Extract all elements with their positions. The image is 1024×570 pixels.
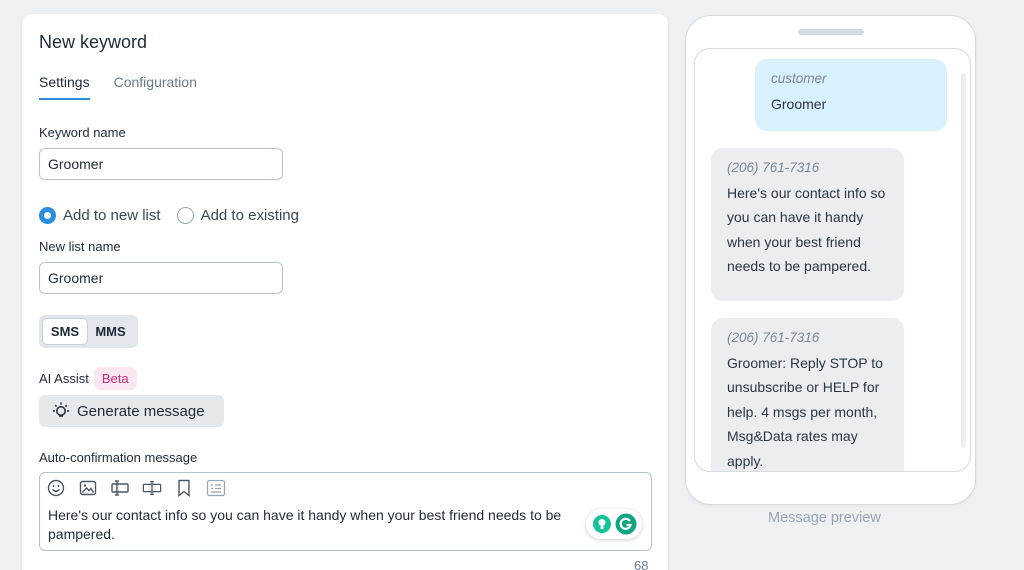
phone-preview: customer Groomer (206) 761-7316 Here's o…	[685, 15, 976, 505]
lightbulb-icon	[53, 402, 69, 417]
generate-message-label: Generate message	[77, 402, 205, 420]
add-to-existing-option[interactable]: Add to existing	[176, 207, 299, 224]
add-to-existing-label: Add to existing	[200, 207, 299, 224]
sms-option[interactable]: SMS	[42, 318, 88, 345]
mms-option[interactable]: MMS	[88, 318, 133, 345]
message-sender: (206) 761-7316	[727, 330, 820, 345]
image-icon[interactable]	[78, 478, 98, 498]
phone-screen: customer Groomer (206) 761-7316 Here's o…	[694, 48, 971, 472]
phone-notch	[798, 29, 864, 35]
message-sender: customer	[771, 71, 827, 86]
business-message-bubble: (206) 761-7316 Here's our contact info s…	[711, 148, 904, 301]
character-counter: 68	[634, 558, 649, 570]
message-body: Groomer	[771, 95, 827, 112]
preview-scrollbar[interactable]	[961, 73, 966, 448]
list-mode-radio-group: Add to new list Add to existing	[39, 207, 315, 224]
message-body: Groomer: Reply STOP to unsubscribe or HE…	[727, 354, 883, 469]
customer-message-bubble: customer Groomer	[755, 59, 947, 131]
radio-unchecked-icon[interactable]	[176, 207, 194, 224]
message-body: Here's our contact info so you can have …	[727, 184, 886, 275]
grammarly-widget[interactable]	[586, 509, 642, 539]
auto-confirmation-label: Auto-confirmation message	[39, 450, 198, 465]
new-list-name-label: New list name	[39, 239, 121, 254]
ai-assist-row: AI Assist Beta	[39, 367, 137, 390]
variable-icon[interactable]	[110, 478, 130, 498]
template-icon[interactable]	[206, 478, 226, 498]
emoji-icon[interactable]	[46, 478, 66, 498]
new-list-name-input[interactable]: Groomer	[39, 262, 283, 294]
keyword-name-input[interactable]: Groomer	[39, 148, 283, 180]
generate-message-button[interactable]: Generate message	[39, 395, 224, 427]
auto-confirmation-editor[interactable]: Here's our contact info so you can have …	[39, 472, 652, 551]
editor-toolbar	[46, 478, 226, 498]
link-icon[interactable]	[142, 478, 162, 498]
business-message-bubble: (206) 761-7316 Groomer: Reply STOP to un…	[711, 318, 904, 471]
tab-bar: Settings Configuration	[39, 74, 197, 100]
radio-checked-icon[interactable]	[39, 207, 56, 224]
message-preview-label: Message preview	[768, 510, 881, 526]
tab-settings[interactable]: Settings	[39, 74, 90, 100]
suggestion-bulb-icon[interactable]	[592, 514, 612, 534]
keyword-name-label: Keyword name	[39, 125, 126, 140]
add-to-new-list-label: Add to new list	[63, 207, 161, 224]
ai-assist-label: AI Assist	[39, 371, 89, 386]
message-sender: (206) 761-7316	[727, 160, 820, 175]
new-keyword-card: New keyword Settings Configuration Keywo…	[22, 14, 668, 570]
message-text[interactable]: Here's our contact info so you can have …	[48, 506, 588, 544]
message-type-toggle: SMS MMS	[39, 315, 138, 348]
bookmark-icon[interactable]	[174, 478, 194, 498]
tab-configuration[interactable]: Configuration	[114, 74, 197, 100]
add-to-new-list-option[interactable]: Add to new list	[39, 207, 161, 224]
beta-badge: Beta	[93, 367, 137, 390]
grammarly-icon[interactable]	[615, 513, 637, 535]
page-title: New keyword	[39, 32, 148, 52]
